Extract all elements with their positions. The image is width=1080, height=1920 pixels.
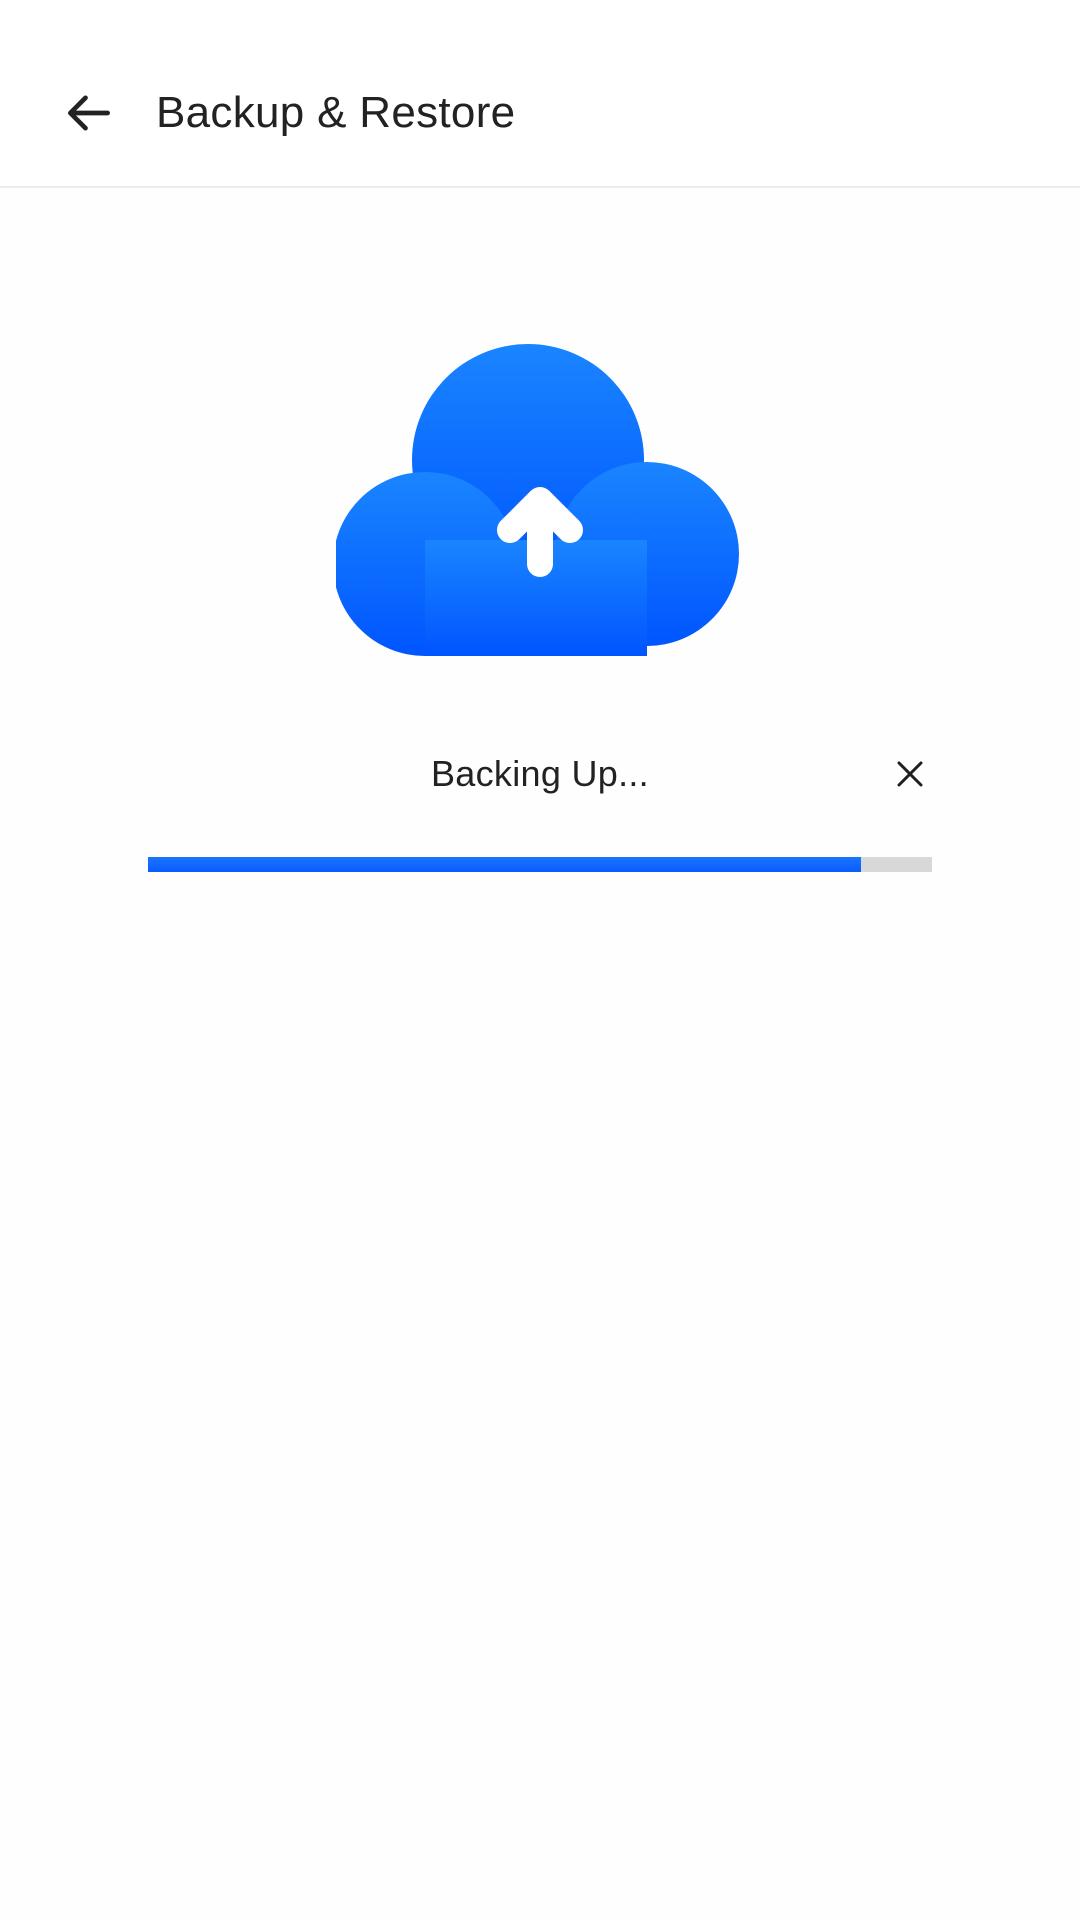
page-title: Backup & Restore (156, 88, 516, 137)
back-button[interactable] (46, 70, 132, 156)
backup-progress-fill (148, 857, 862, 872)
backup-status-text: Backing Up... (430, 753, 649, 794)
arrow-back-icon (68, 95, 110, 131)
cancel-backup-button[interactable] (884, 748, 936, 800)
backup-status-row: Backing Up... (148, 744, 932, 804)
close-icon (897, 761, 923, 787)
backup-progress-bar (148, 857, 932, 872)
backup-restore-screen: Backup & Restore Backing Up... (0, 0, 1080, 1920)
app-bar: Backup & Restore (0, 0, 1080, 188)
cloud-upload-icon (333, 340, 744, 656)
